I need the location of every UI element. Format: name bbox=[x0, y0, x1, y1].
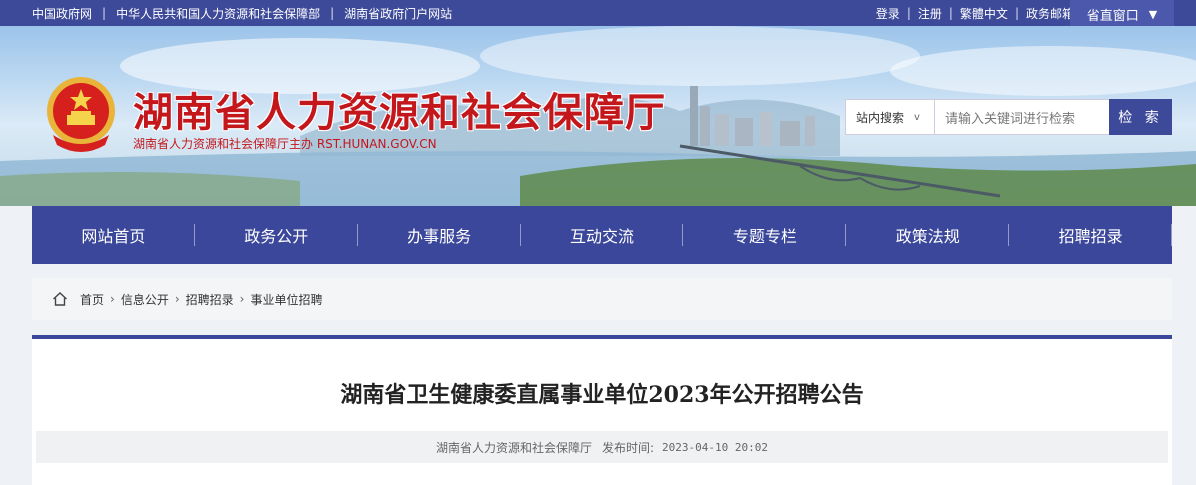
divider: | bbox=[948, 6, 953, 20]
main-nav: 网站首页 政务公开 办事服务 互动交流 专题专栏 政策法规 招聘招录 bbox=[32, 206, 1173, 264]
nav-item-recruitment[interactable]: 招聘招录 bbox=[1009, 206, 1173, 264]
divider: | bbox=[330, 6, 335, 20]
nav-item-interaction[interactable]: 互动交流 bbox=[521, 206, 684, 264]
chevron-right-icon: › bbox=[174, 292, 180, 306]
divider: | bbox=[1014, 6, 1019, 20]
search-scope-label: 站内搜索 bbox=[856, 110, 905, 125]
divider bbox=[1171, 224, 1173, 246]
article-panel: 湖南省卫生健康委直属事业单位2023年公开招聘公告 湖南省人力资源和社会保障厅 … bbox=[32, 335, 1172, 485]
chevron-right-icon: › bbox=[110, 292, 115, 306]
top-links: 中国政府网 | 中华人民共和国人力资源和社会保障部 | 湖南省政府门户网站 bbox=[32, 0, 452, 26]
nav-item-services[interactable]: 办事服务 bbox=[358, 206, 521, 264]
breadcrumb: 首页 › 信息公开 › 招聘招录 › 事业单位招聘 bbox=[32, 278, 1172, 320]
register-link[interactable]: 注册 bbox=[918, 5, 942, 22]
link-hunan-portal[interactable]: 湖南省政府门户网站 bbox=[344, 5, 452, 22]
caret-down-icon: ▼ bbox=[1148, 7, 1158, 21]
user-links: 登录 | 注册 | 繁體中文 | 政务邮箱 bbox=[876, 0, 1074, 26]
chevron-right-icon: › bbox=[239, 292, 245, 306]
nav-item-home[interactable]: 网站首页 bbox=[32, 206, 195, 264]
nav-label: 互动交流 bbox=[570, 227, 635, 246]
top-bar: 中国政府网 | 中华人民共和国人力资源和社会保障部 | 湖南省政府门户网站 登录… bbox=[0, 0, 1196, 28]
province-window-button[interactable]: 省直窗口 ▼ bbox=[1070, 0, 1174, 28]
traditional-chinese-link[interactable]: 繁體中文 bbox=[960, 5, 1008, 22]
nav-label: 政务公开 bbox=[244, 227, 309, 246]
publish-time: 2023-04-10 20:02 bbox=[662, 440, 769, 454]
publish-time-label: 发布时间: bbox=[602, 440, 655, 455]
nav-item-policies[interactable]: 政策法规 bbox=[846, 206, 1010, 264]
breadcrumb-institution-recruitment[interactable]: 事业单位招聘 bbox=[250, 291, 322, 308]
breadcrumb-home[interactable]: 首页 bbox=[80, 291, 104, 308]
article-title: 湖南省卫生健康委直属事业单位2023年公开招聘公告 bbox=[340, 382, 864, 408]
home-icon bbox=[53, 292, 67, 306]
search-input[interactable]: 请输入关键词进行检索 bbox=[935, 99, 1109, 135]
search-scope-select[interactable]: 站内搜索 v bbox=[845, 99, 935, 135]
nav-label: 办事服务 bbox=[407, 227, 472, 246]
nav-label: 网站首页 bbox=[81, 227, 146, 246]
chevron-down-icon: v bbox=[914, 111, 920, 123]
nav-item-topics[interactable]: 专题专栏 bbox=[683, 206, 847, 264]
nav-label: 招聘招录 bbox=[1058, 227, 1123, 246]
article-source: 湖南省人力资源和社会保障厅 bbox=[435, 440, 592, 455]
national-emblem-icon bbox=[47, 77, 115, 152]
province-window-label: 省直窗口 bbox=[1086, 8, 1139, 24]
divider: | bbox=[102, 6, 107, 20]
gov-mail-link[interactable]: 政务邮箱 bbox=[1026, 5, 1074, 22]
article-meta: 湖南省人力资源和社会保障厅 发布时间: 2023-04-10 20:02 bbox=[36, 431, 1168, 463]
link-gov-cn[interactable]: 中国政府网 bbox=[32, 5, 92, 22]
login-link[interactable]: 登录 bbox=[876, 5, 900, 22]
search-button[interactable]: 检 索 bbox=[1109, 99, 1172, 135]
link-mohrss[interactable]: 中华人民共和国人力资源和社会保障部 bbox=[116, 5, 320, 22]
nav-item-gov-affairs[interactable]: 政务公开 bbox=[195, 206, 358, 264]
nav-label: 政策法规 bbox=[895, 227, 960, 246]
nav-label: 专题专栏 bbox=[732, 227, 797, 246]
header-banner: 湖南省人力资源和社会保障厅 湖南省人力资源和社会保障厅主办 RST.HUNAN.… bbox=[0, 26, 1196, 206]
breadcrumb-recruitment[interactable]: 招聘招录 bbox=[186, 291, 234, 308]
search-bar: 站内搜索 v 请输入关键词进行检索 检 索 bbox=[845, 99, 1172, 135]
search-placeholder: 请输入关键词进行检索 bbox=[945, 111, 1076, 127]
divider: | bbox=[906, 6, 911, 20]
site-subtitle: 湖南省人力资源和社会保障厅主办 RST.HUNAN.GOV.CN bbox=[133, 137, 437, 151]
site-title: 湖南省人力资源和社会保障厅 bbox=[133, 89, 666, 136]
breadcrumb-info-public[interactable]: 信息公开 bbox=[121, 291, 169, 308]
